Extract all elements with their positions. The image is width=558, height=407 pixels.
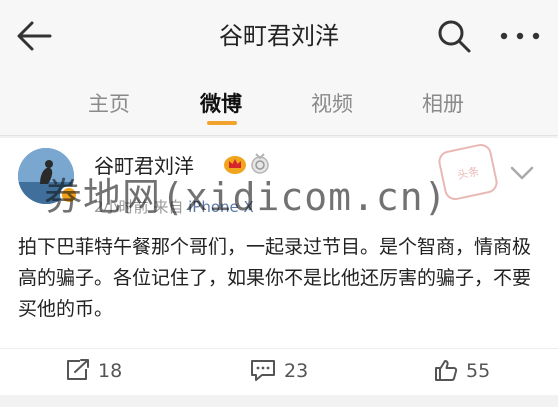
more-button[interactable] bbox=[496, 20, 544, 52]
post-meta: 2小时前 来自 iPhone X bbox=[94, 196, 254, 217]
comment-button[interactable]: 23 bbox=[250, 359, 308, 385]
repost-button[interactable]: 18 bbox=[66, 359, 122, 385]
post-device[interactable]: iPhone X bbox=[188, 198, 254, 216]
search-icon bbox=[438, 20, 471, 53]
post-text: 拍下巴菲特午餐那个哥们，一起录过节目。是个智商，情商极高的骗子。各位记住了，如果… bbox=[18, 236, 532, 320]
verified-badge-icon bbox=[60, 186, 78, 204]
post-time: 2小时前 bbox=[94, 198, 149, 216]
thumbs-up-icon bbox=[435, 360, 458, 381]
post-author[interactable]: 谷町君刘洋 bbox=[94, 150, 194, 179]
tab-weibo[interactable]: 微博 bbox=[200, 88, 242, 118]
post-action-bar: 18 23 55 bbox=[0, 348, 558, 395]
active-tab-indicator bbox=[207, 121, 237, 125]
post-source-prefix: 来自 bbox=[153, 198, 184, 216]
top-bar: 谷町君刘洋 bbox=[0, 0, 558, 70]
tab-home[interactable]: 主页 bbox=[88, 88, 130, 118]
chevron-down-icon bbox=[510, 166, 534, 180]
stamp-text: 头条 bbox=[456, 164, 480, 182]
stamp-icon: 头条 bbox=[438, 143, 498, 201]
search-button[interactable] bbox=[436, 18, 472, 54]
page-title: 谷町君刘洋 bbox=[219, 22, 339, 50]
like-count: 55 bbox=[466, 360, 491, 382]
comment-icon bbox=[251, 360, 275, 381]
comment-count: 23 bbox=[284, 360, 309, 382]
post-options-button[interactable] bbox=[508, 162, 536, 184]
profile-tabs: 主页 微博 视频 相册 bbox=[0, 70, 558, 136]
tab-video[interactable]: 视频 bbox=[311, 88, 353, 118]
like-button[interactable]: 55 bbox=[434, 359, 490, 385]
tab-album[interactable]: 相册 bbox=[422, 88, 464, 118]
repost-icon bbox=[67, 359, 89, 380]
repost-count: 18 bbox=[98, 360, 123, 382]
more-horizontal-icon bbox=[500, 32, 540, 40]
crown-icon bbox=[224, 156, 246, 174]
medal-icon bbox=[251, 153, 269, 174]
